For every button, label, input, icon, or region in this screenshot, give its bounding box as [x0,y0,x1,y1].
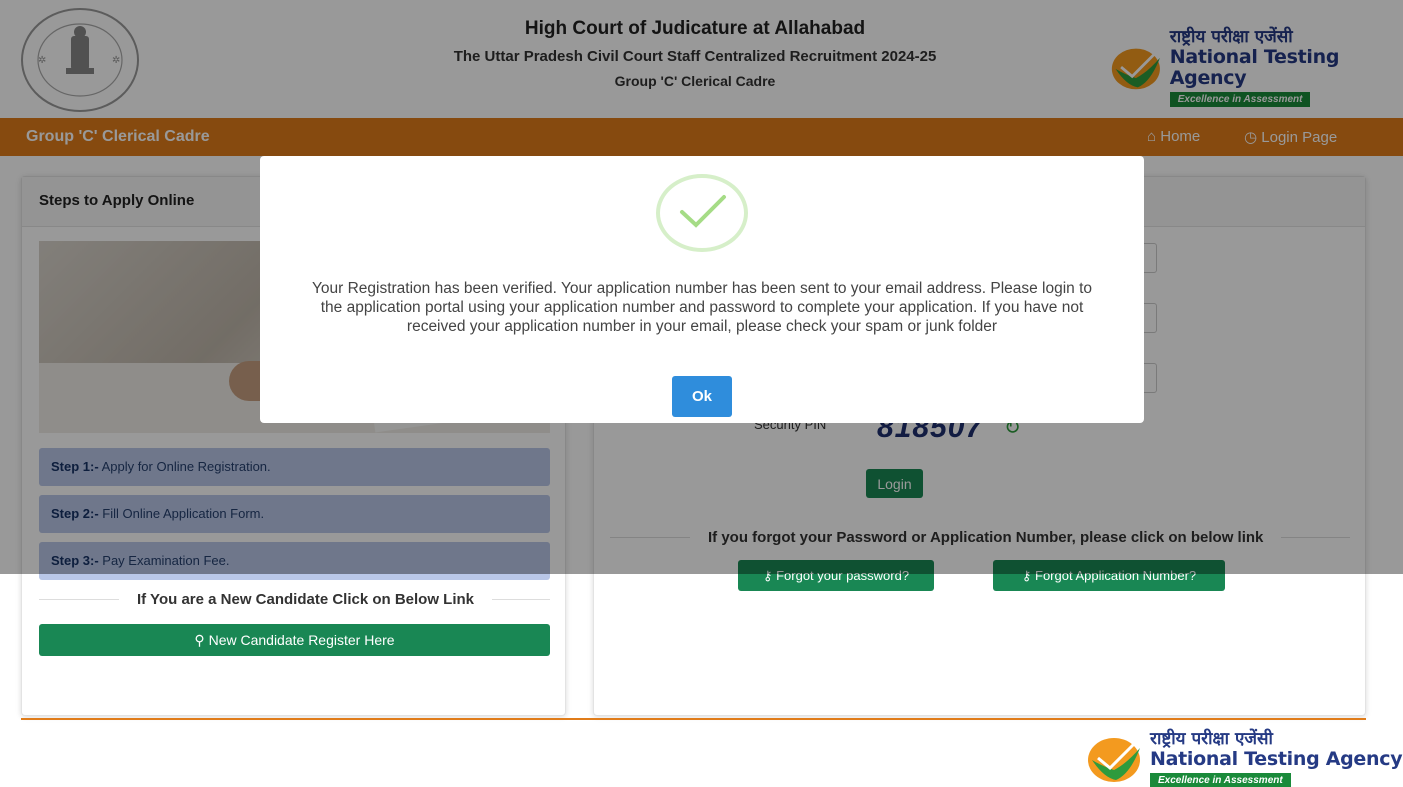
nta-check-logo-icon [1088,738,1140,782]
footer-nta-logo: राष्ट्रीय परीक्षा एजेंसी National Testin… [1086,729,1403,787]
new-candidate-text: If You are a New Candidate Click on Belo… [119,591,493,608]
register-button-label: New Candidate Register Here [208,631,395,648]
dialog-message: Your Registration has been verified. You… [311,280,1093,335]
new-candidate-register-button[interactable]: ⚲ New Candidate Register Here [39,624,550,656]
footer-divider [21,718,1366,720]
user-add-icon: ⚲ [194,631,205,648]
nta-tagline: Excellence in Assessment [1150,773,1291,787]
nta-english-name: National Testing Agency [1150,748,1403,770]
registration-verified-dialog: Your Registration has been verified. You… [260,156,1144,423]
ok-button[interactable]: Ok [672,376,732,417]
success-check-icon [656,174,748,252]
nta-hindi-name: राष्ट्रीय परीक्षा एजेंसी [1150,729,1273,749]
new-candidate-divider: If You are a New Candidate Click on Belo… [39,589,550,611]
